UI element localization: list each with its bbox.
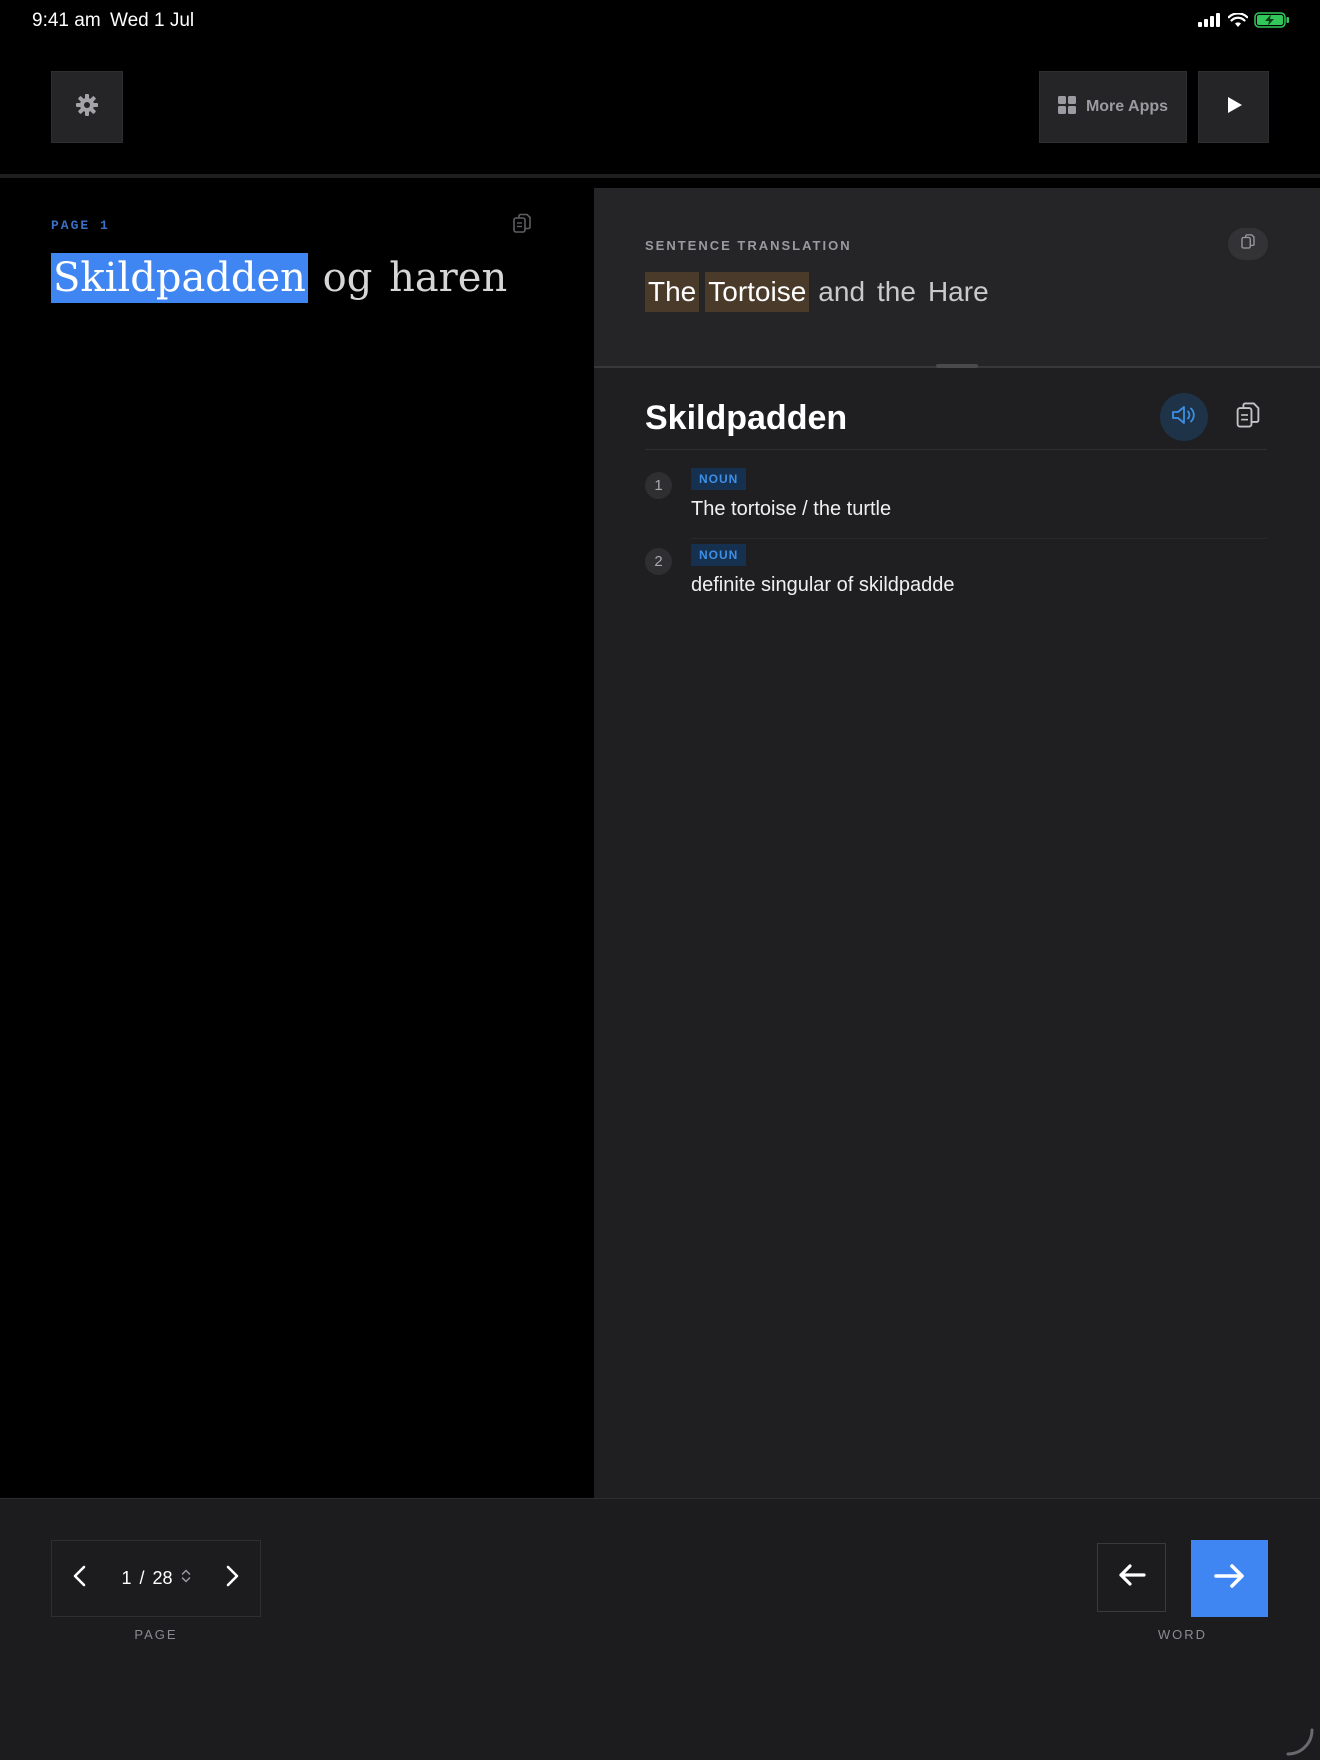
- total-pages: 28: [152, 1568, 173, 1588]
- current-page-number: 1: [121, 1568, 132, 1588]
- page-selector[interactable]: 1 / 28: [108, 1568, 204, 1589]
- chevron-right-icon: [224, 1565, 240, 1592]
- word-copy-button[interactable]: [1230, 399, 1266, 435]
- chevron-up-down-icon: [181, 1568, 191, 1589]
- translation-word: Hare: [927, 276, 989, 307]
- page-nav-caption: PAGE: [134, 1627, 178, 1642]
- previous-word-button[interactable]: [1097, 1543, 1166, 1612]
- arrow-left-icon: [1117, 1563, 1147, 1592]
- page-separator: /: [139, 1568, 145, 1588]
- translation-text: The Tortoise and the Hare: [645, 272, 992, 312]
- gear-icon: [75, 93, 99, 122]
- speaker-icon: [1170, 403, 1198, 432]
- translation-word: the: [877, 276, 916, 307]
- battery-charging-icon: [1254, 12, 1290, 33]
- status-icons: [1198, 11, 1290, 33]
- settings-button[interactable]: [51, 71, 123, 143]
- reader-pane: PAGE 1 Skildpadden og haren: [0, 178, 593, 1498]
- word-nav-caption: WORD: [1157, 1627, 1208, 1642]
- bottom-navigation-bar: 1 / 28 PAGE WORD: [0, 1498, 1320, 1760]
- translation-word: and: [818, 276, 866, 307]
- chevron-left-icon: [72, 1565, 88, 1592]
- cellular-signal-icon: [1198, 13, 1222, 32]
- definition-divider: [691, 538, 1267, 539]
- source-sentence: Skildpadden og haren: [51, 253, 509, 303]
- copy-icon: [1239, 233, 1257, 256]
- wifi-icon: [1227, 11, 1249, 33]
- translation-label: SENTENCE TRANSLATION: [645, 238, 852, 253]
- page-navigator: 1 / 28: [51, 1540, 261, 1617]
- status-time: 9:41 am: [32, 10, 101, 31]
- top-toolbar: More Apps: [0, 40, 1320, 174]
- definition-number: 1: [645, 472, 672, 499]
- dictionary-word-title: Skildpadden: [645, 399, 848, 437]
- definition-text: The tortoise / the turtle: [691, 498, 892, 520]
- definition-text: definite singular of skildpadde: [691, 574, 955, 596]
- next-word-button[interactable]: [1191, 1540, 1268, 1617]
- status-date: Wed 1 Jul: [110, 10, 195, 31]
- translation-section: SENTENCE TRANSLATION The Tortoise and th…: [594, 188, 1320, 366]
- part-of-speech-badge: NOUN: [691, 544, 747, 566]
- previous-page-button[interactable]: [52, 1541, 108, 1616]
- definition-number: 2: [645, 548, 672, 575]
- source-word[interactable]: haren: [387, 255, 509, 301]
- source-word-selected[interactable]: Skildpadden: [51, 253, 308, 303]
- page-label: PAGE 1: [51, 218, 110, 233]
- drag-handle[interactable]: [936, 364, 978, 368]
- word-divider: [645, 449, 1267, 450]
- next-page-button[interactable]: [204, 1541, 260, 1616]
- translation-word-highlighted: Tortoise: [705, 272, 810, 312]
- play-icon: [1224, 95, 1244, 120]
- more-apps-button[interactable]: More Apps: [1039, 71, 1187, 143]
- dictionary-pane: SENTENCE TRANSLATION The Tortoise and th…: [594, 188, 1320, 1498]
- source-word[interactable]: og: [321, 255, 375, 301]
- translation-copy-button[interactable]: [1228, 228, 1268, 260]
- translation-word-highlighted: The: [645, 272, 700, 312]
- grid-icon: [1057, 95, 1076, 119]
- play-button[interactable]: [1198, 71, 1269, 143]
- more-apps-label: More Apps: [1085, 98, 1169, 115]
- copy-icon: [1234, 400, 1262, 435]
- arrow-right-icon: [1213, 1562, 1247, 1595]
- status-bar: 9:41 am Wed 1 Jul: [0, 0, 1320, 40]
- speak-button[interactable]: [1160, 393, 1208, 441]
- resize-indicator: [1284, 1726, 1314, 1756]
- part-of-speech-badge: NOUN: [691, 468, 747, 490]
- copy-icon[interactable]: [510, 212, 534, 236]
